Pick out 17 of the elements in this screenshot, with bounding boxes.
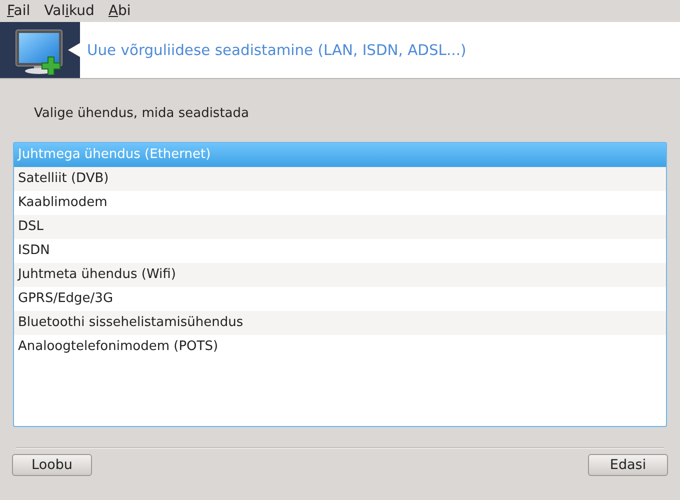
page-title: Uue võrguliidese seadistamine (LAN, ISDN, ADSL...) <box>87 42 466 58</box>
menu-item[interactable]: Fail <box>7 3 30 19</box>
pointer-notch <box>68 43 80 57</box>
list-item[interactable]: Juhtmeta ühendus (Wifi) <box>14 263 666 287</box>
list-item[interactable]: Analoogtelefonimodem (POTS) <box>14 335 666 359</box>
list-item[interactable]: GPRS/Edge/3G <box>14 287 666 311</box>
list-item[interactable]: Kaablimodem <box>14 191 666 215</box>
list-item[interactable]: ISDN <box>14 239 666 263</box>
prompt-text: Valige ühendus, mida seadistada <box>34 106 250 123</box>
list-item[interactable]: Bluetoothi sissehelistamisühendus <box>14 311 666 335</box>
menu-item[interactable]: Valikud <box>44 3 94 19</box>
menu-item[interactable]: Abi <box>108 3 131 19</box>
cancel-button[interactable]: Loobu <box>12 454 92 476</box>
list-item[interactable]: Satelliit (DVB) <box>14 167 666 191</box>
list-item[interactable]: DSL <box>14 215 666 239</box>
next-button[interactable]: Edasi <box>588 454 668 476</box>
connection-list[interactable]: Juhtmega ühendus (Ethernet) Satelliit (DVB) Kaablimodem DSL ISDN Juhtmeta ühendus (Wifi) GPRS/Edge/3G Bluetoothi sissehelistamisühendus Analoogtelefonimodem (POTS) <box>13 142 667 427</box>
